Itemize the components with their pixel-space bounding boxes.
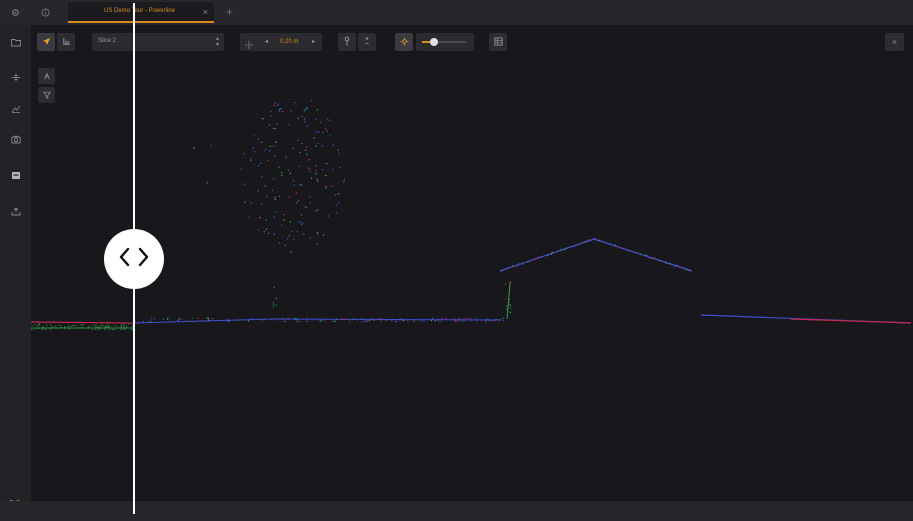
classification-tool-button[interactable] (38, 68, 55, 84)
sidebar: CS (0, 25, 31, 511)
point-size-button[interactable] (395, 33, 413, 51)
grid-icon (493, 33, 503, 51)
layers-icon[interactable] (8, 101, 24, 115)
save-icon[interactable] (8, 168, 24, 182)
tab-close-button[interactable]: × (203, 6, 208, 18)
zoom-tool-button[interactable] (358, 33, 376, 51)
slice-select-value: Slice 2 (98, 38, 117, 44)
tab-bar: US Demo Tour - Powerline × + (0, 0, 913, 25)
camera-icon[interactable] (8, 132, 24, 146)
export-icon[interactable] (8, 204, 24, 218)
funnel-icon (42, 86, 51, 104)
paint-icon (43, 67, 51, 85)
chevron-updown-icon: ▴ ▾ (215, 36, 219, 48)
tab-title: US Demo Tour - Powerline (104, 8, 175, 14)
pin-tool-button[interactable] (338, 33, 356, 51)
point-size-slider[interactable] (416, 33, 474, 51)
filter-icon[interactable] (8, 70, 24, 84)
navigate-arrow-icon (42, 33, 51, 51)
navigate-tool-button[interactable] (37, 33, 55, 51)
close-slice-button[interactable]: × (885, 33, 904, 51)
plus-minus-icon (363, 33, 371, 51)
info-icon[interactable] (30, 0, 60, 25)
thickness-decrease-button[interactable]: ◂ (265, 38, 268, 45)
gear-icon[interactable] (0, 0, 30, 25)
thickness-value: 0.20 m (280, 39, 299, 45)
chevron-left-right-icon (118, 246, 150, 273)
new-tab-button[interactable]: + (226, 5, 233, 19)
slider-thumb[interactable] (430, 38, 439, 46)
tab-us-demo-tour[interactable]: US Demo Tour - Powerline × (68, 2, 214, 23)
pin-icon (343, 33, 351, 51)
grid-view-button[interactable] (489, 33, 507, 51)
ruler-icon (62, 33, 71, 51)
compare-slider-handle[interactable] (104, 229, 164, 289)
slice-thickness-stepper[interactable]: ◂ 0.20 m ▸ (240, 33, 322, 51)
folder-icon[interactable] (8, 35, 24, 49)
slice-width-icon (244, 37, 254, 55)
filter-tool-button[interactable] (38, 87, 55, 103)
slice-select[interactable]: Slice 2 ▴ ▾ (92, 33, 224, 51)
measure-tool-button[interactable] (57, 33, 75, 51)
thickness-increase-button[interactable]: ▸ (312, 38, 315, 45)
close-icon: × (891, 37, 898, 47)
status-bar (0, 501, 913, 521)
sun-icon (399, 33, 409, 51)
